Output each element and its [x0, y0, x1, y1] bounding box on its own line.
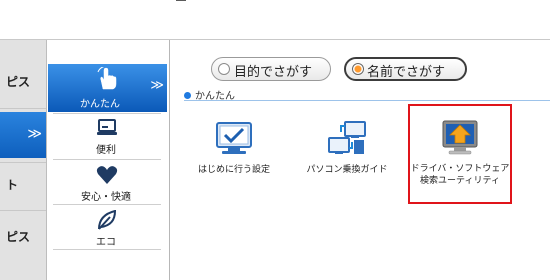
minus-icon[interactable]	[176, 0, 186, 1]
divider	[0, 108, 46, 109]
outer-nav-item-3[interactable]: ト	[0, 177, 46, 193]
laptop-icon	[97, 119, 117, 135]
divider	[53, 204, 161, 205]
category-item-anshin[interactable]: 安心・快適	[47, 161, 165, 205]
category-item-benri[interactable]: 便利	[47, 114, 165, 158]
search-by-name-button[interactable]: 名前でさがす	[344, 57, 467, 81]
category-label: エコ	[96, 237, 116, 248]
checkmark-display-icon	[216, 122, 252, 154]
outer-nav-item-active[interactable]: ≫	[0, 112, 46, 158]
divider	[53, 159, 161, 160]
outer-nav: ピス ≫ ト ピス	[0, 40, 47, 280]
tile-label: パソコン乗換ガイド	[306, 165, 388, 175]
bullet-icon	[184, 92, 191, 99]
category-label: 安心・快適	[81, 192, 131, 203]
tile-label: はじめに行う設定	[197, 165, 270, 175]
divider	[0, 162, 46, 163]
outer-nav-label: ピス	[6, 75, 31, 89]
category-label: 便利	[96, 145, 116, 156]
tile-label: ドライバ・ソフトウェア 検索ユーティリティ	[410, 163, 510, 187]
divider	[184, 100, 550, 101]
pc-transfer-icon	[328, 121, 366, 154]
outer-nav-item-1[interactable]: ピス	[0, 74, 46, 90]
up-arrow-monitor-icon	[442, 120, 478, 155]
chevron-right-icon: ≫	[150, 78, 164, 93]
outer-nav-item-4[interactable]: ピス	[0, 229, 46, 245]
main-content: 目的でさがす 名前でさがす かんたん はじめに行う設定 パソコン乗換ガイド ドラ…	[171, 40, 550, 280]
tile-label-line: ドライバ・ソフトウェア	[410, 164, 510, 174]
top-bar	[0, 0, 550, 40]
radio-unselected-icon	[218, 63, 230, 75]
heart-icon	[96, 166, 118, 184]
tile-label-line: 検索ユーティリティ	[420, 176, 500, 186]
outer-nav-label: ピス	[6, 230, 31, 244]
app-window: ピス ≫ ト ピス ≫ かんたん 便利 安心・快適 エコ 目的でさがす 名前でさ…	[0, 0, 550, 280]
radio-selected-icon	[352, 63, 364, 75]
outer-nav-label: ト	[6, 178, 19, 192]
hand-pointer-icon	[97, 67, 117, 90]
tile-pc-transfer-guide[interactable]: パソコン乗換ガイド	[297, 116, 397, 206]
search-by-purpose-button[interactable]: 目的でさがす	[211, 57, 331, 81]
search-by-purpose-label: 目的でさがす	[234, 65, 313, 80]
search-by-name-label: 名前でさがす	[367, 65, 446, 80]
chevron-right-icon: ≫	[27, 126, 42, 142]
tile-initial-setup[interactable]: はじめに行う設定	[184, 116, 284, 206]
divider	[0, 210, 46, 211]
divider	[53, 249, 161, 250]
category-label: かんたん	[80, 99, 120, 110]
category-item-kantan[interactable]: ≫ かんたん	[48, 64, 167, 112]
category-menu: ≫ かんたん 便利 安心・快適 エコ	[47, 40, 170, 280]
leaf-icon	[98, 210, 117, 230]
category-item-eco[interactable]: エコ	[47, 206, 165, 250]
tile-driver-software-search[interactable]: ドライバ・ソフトウェア 検索ユーティリティ	[408, 104, 512, 204]
